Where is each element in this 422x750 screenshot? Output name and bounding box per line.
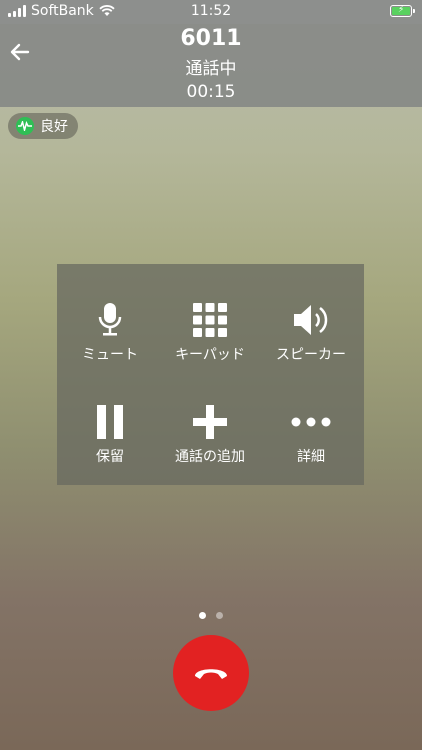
microphone-icon xyxy=(80,300,140,340)
keypad-button[interactable]: キーパッド xyxy=(159,272,261,372)
page-indicator xyxy=(0,612,422,619)
add-call-button[interactable]: 通話の追加 xyxy=(159,374,261,474)
quality-label: 良好 xyxy=(40,119,68,135)
plus-icon xyxy=(180,402,240,442)
details-label: 詳細 xyxy=(297,449,325,465)
call-number: 6011 xyxy=(180,26,242,51)
mute-button[interactable]: ミュート xyxy=(59,272,161,372)
speaker-icon xyxy=(281,300,341,340)
page-dot-active[interactable] xyxy=(199,612,206,619)
mute-label: ミュート xyxy=(82,347,138,363)
pause-icon xyxy=(80,402,140,442)
status-time: 11:52 xyxy=(190,3,232,19)
hang-up-icon xyxy=(195,669,227,679)
end-call-button[interactable] xyxy=(173,635,249,711)
status-bar: SoftBank 11:52 ⚡ xyxy=(0,0,422,24)
signal-wave-icon xyxy=(16,117,34,135)
call-controls-panel: ミュート キーパッド スピーカー 保留 通話の追加 詳細 xyxy=(57,264,364,485)
call-quality-badge: 良好 xyxy=(8,113,78,139)
add-call-label: 通話の追加 xyxy=(175,449,245,465)
details-button[interactable]: 詳細 xyxy=(260,374,362,474)
speaker-label: スピーカー xyxy=(276,347,346,363)
more-icon xyxy=(281,402,341,442)
call-status: 通話中 xyxy=(185,59,237,79)
hold-label: 保留 xyxy=(96,449,124,465)
call-timer: 00:15 xyxy=(186,82,236,102)
keypad-icon xyxy=(180,300,240,340)
keypad-label: キーパッド xyxy=(175,347,245,363)
battery-icon: ⚡ xyxy=(390,5,415,17)
call-header: 6011 通話中 00:15 xyxy=(0,24,422,107)
speaker-button[interactable]: スピーカー xyxy=(260,272,362,372)
page-dot[interactable] xyxy=(216,612,223,619)
hold-button[interactable]: 保留 xyxy=(59,374,161,474)
